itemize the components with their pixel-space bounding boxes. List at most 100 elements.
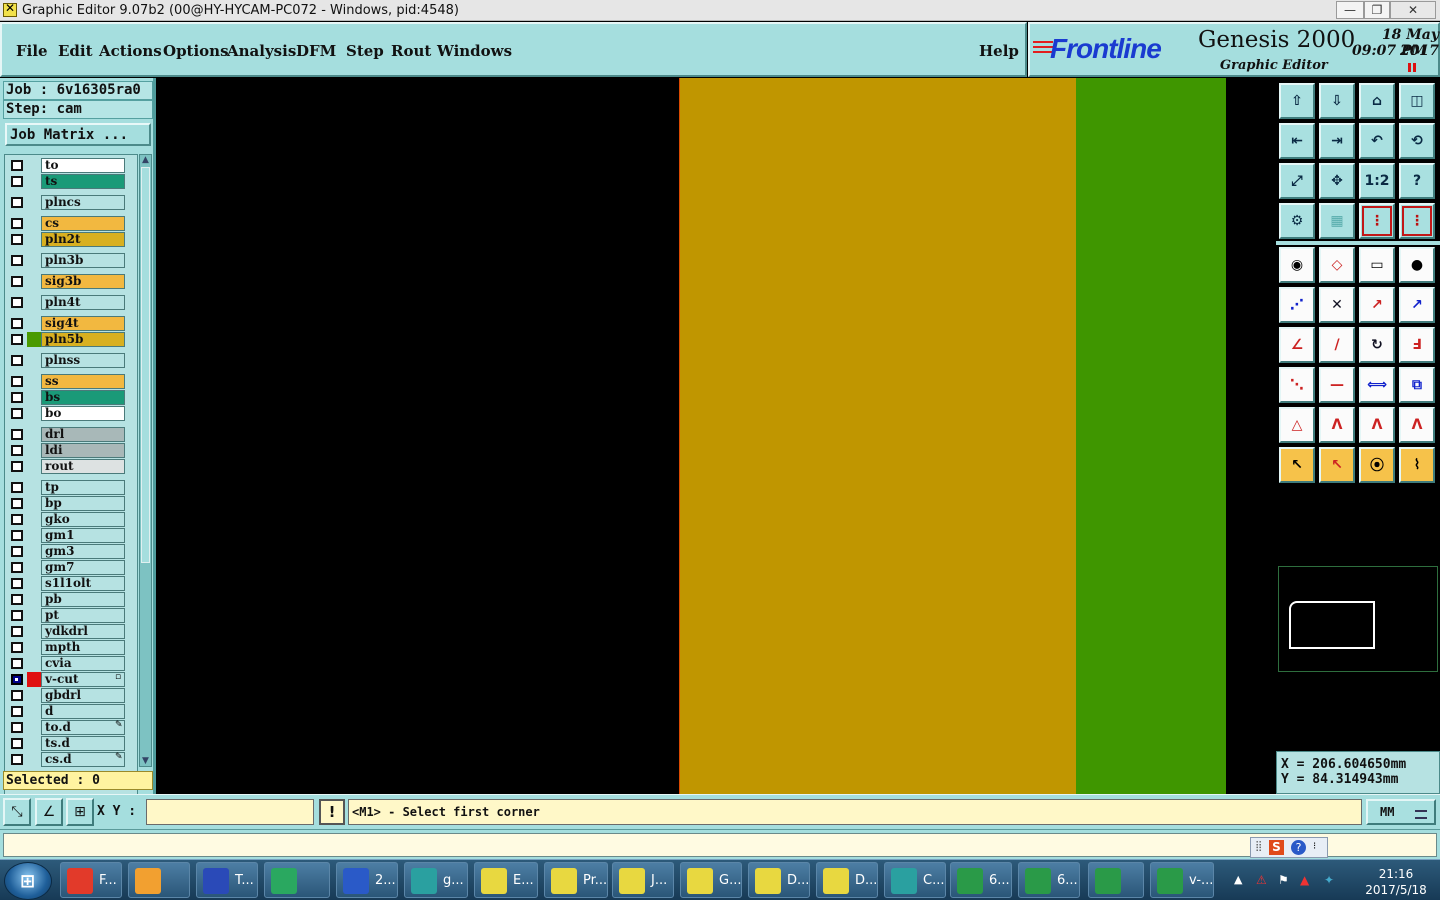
layer-name[interactable]: pln2t [41,232,125,247]
taskbar-item[interactable]: E... [474,862,538,898]
taskbar-item[interactable] [264,862,330,898]
layer-row-to[interactable]: to [7,158,127,173]
sogou-icon[interactable]: S [1269,840,1284,855]
pad-tool-icon[interactable]: ◉ [1279,247,1315,283]
layer-display-swatch[interactable] [27,174,41,189]
menu-step[interactable]: Step [346,42,384,60]
layer-name[interactable]: gbdrl [41,688,125,703]
layer-checkbox[interactable] [11,197,23,208]
layer-row-gbdrl[interactable]: gbdrl [7,688,127,703]
layer-checkbox[interactable] [11,255,23,266]
layer-row-sig4t[interactable]: sig4t [7,316,127,331]
layer-display-swatch[interactable] [27,232,41,247]
grid-icon[interactable]: ▦ [1319,203,1355,239]
taskbar-item[interactable]: J... [612,862,674,898]
layer-display-swatch[interactable] [27,512,41,527]
pan-left-icon[interactable]: ⇤ [1279,123,1315,159]
system-clock[interactable]: 21:16 2017/5/18 [1356,866,1436,898]
home-view-icon[interactable]: ⌂ [1359,83,1395,119]
layer-display-swatch[interactable] [27,640,41,655]
layer-display-swatch[interactable] [27,406,41,421]
minus-tool-icon[interactable]: — [1319,367,1355,403]
graphic-canvas[interactable] [156,78,1276,794]
layer-checkbox[interactable] [11,234,23,245]
menu-analysis[interactable]: Analysis [227,42,296,60]
layer-row-rout[interactable]: rout [7,459,127,474]
layer-name[interactable]: cs [41,216,125,231]
layer-checkbox[interactable] [11,376,23,387]
layer-checkbox[interactable] [11,690,23,701]
rotate-select-icon[interactable]: ⦿ [1359,447,1395,483]
layer-checkbox[interactable] [11,445,23,456]
layer-name[interactable]: ydkdrl [41,624,125,639]
fit-center-icon[interactable]: ✥ [1319,163,1355,199]
minimize-button[interactable]: — [1336,1,1364,19]
layer-display-swatch[interactable] [27,459,41,474]
layer-name[interactable]: to [41,158,125,173]
layer-checkbox[interactable] [11,562,23,573]
layer-name[interactable]: bo [41,406,125,421]
angle-snap-icon[interactable]: ∠ [35,798,63,826]
flash-icon[interactable]: ✦ [1324,873,1334,887]
arch-tool-icon[interactable]: Λ [1319,407,1355,443]
layer-display-swatch[interactable] [27,480,41,495]
layer-checkbox[interactable] [11,530,23,541]
layer-display-swatch[interactable] [27,253,41,268]
layer-checkbox[interactable] [11,514,23,525]
close-button[interactable]: ✕ [1390,1,1436,19]
taskbar-item[interactable]: 2... [336,862,398,898]
taskbar-item[interactable]: 6... [1018,862,1080,898]
layer-row-ldi[interactable]: ldi [7,443,127,458]
layer-row-ss[interactable]: ss [7,374,127,389]
layer-checkbox[interactable] [11,674,23,685]
line-arrow-icon[interactable]: ↗ [1359,287,1395,323]
taskbar-item[interactable]: F... [60,862,122,898]
shapes-tool-icon[interactable]: ⧉ [1399,367,1435,403]
layer-row-d[interactable]: d [7,704,127,719]
taskbar-item[interactable]: D... [816,862,878,898]
layer-checkbox[interactable] [11,738,23,749]
taskbar-item[interactable] [1088,862,1144,898]
layer-row-cs[interactable]: cs [7,216,127,231]
dimension-tool-icon[interactable]: ⟺ [1359,367,1395,403]
layer-name[interactable]: cs.d [41,752,125,767]
layer-row-gm3[interactable]: gm3 [7,544,127,559]
layer-display-swatch[interactable] [27,195,41,210]
layer-name[interactable]: cvia [41,656,125,671]
layer-row-bp[interactable]: bp [7,496,127,511]
layer-display-swatch[interactable] [27,736,41,751]
taskbar-item[interactable]: v-... [1150,862,1214,898]
taskbar-item[interactable]: C... [884,862,946,898]
arch-blue-icon[interactable]: Λ [1399,407,1435,443]
arc-tool-icon[interactable]: ↻ [1359,327,1395,363]
layer-row-sig3b[interactable]: sig3b [7,274,127,289]
layer-display-swatch[interactable] [27,374,41,389]
layer-checkbox[interactable] [11,276,23,287]
ratio-1-2-icon[interactable]: 1:2 [1359,163,1395,199]
layer-name[interactable]: to.d [41,720,125,735]
layer-checkbox[interactable] [11,318,23,329]
acrobat-icon[interactable]: ▲ [1300,873,1309,887]
layer-name[interactable]: gm7 [41,560,125,575]
layer-checkbox[interactable] [11,578,23,589]
layer-row-pt[interactable]: pt [7,608,127,623]
layer-row-to-d[interactable]: to.d ✎ [7,720,127,735]
node-tool-icon[interactable]: ⋰ [1279,287,1315,323]
diagonal-tool-icon[interactable]: / [1319,327,1355,363]
route-tool-icon[interactable]: ⌇ [1399,447,1435,483]
query-icon[interactable]: ? [1399,163,1435,199]
layer-name[interactable]: pln5b [41,332,125,347]
start-button[interactable]: ⊞ [4,862,52,900]
menu-edit[interactable]: Edit [58,42,93,60]
move-tool-icon[interactable]: ⋱ [1279,367,1315,403]
layer-checkbox[interactable] [11,297,23,308]
fit-all-icon[interactable]: ⤢ [1279,163,1315,199]
layer-checkbox[interactable] [11,754,23,765]
taskbar-item[interactable] [128,862,190,898]
layer-name[interactable]: gm3 [41,544,125,559]
layer-display-swatch[interactable] [27,592,41,607]
layer-checkbox[interactable] [11,706,23,717]
layer-display-swatch[interactable] [27,274,41,289]
job-matrix-button[interactable]: Job Matrix ... [5,123,151,146]
menu-dfm[interactable]: DFM [296,42,336,60]
